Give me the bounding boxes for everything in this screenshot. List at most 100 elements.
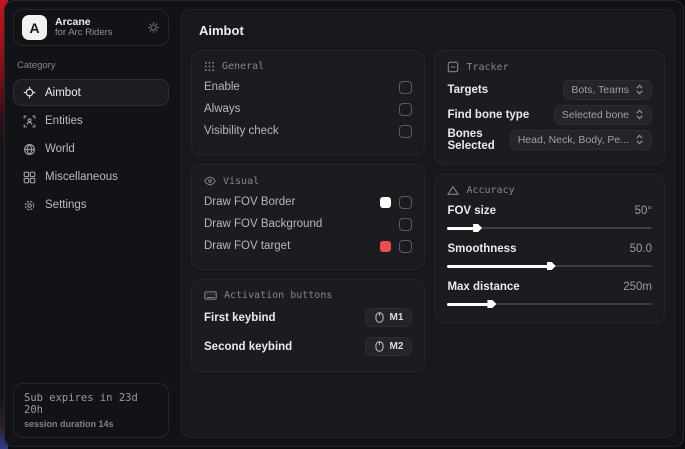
setting-label: Bones Selected [447, 128, 509, 152]
card-tracker: Tracker Targets Bots, Teams [434, 50, 665, 165]
sidebar-item-label: Entities [45, 115, 83, 127]
slider-value: 50° [635, 205, 652, 217]
always-checkbox[interactable] [399, 103, 412, 116]
globe-icon [23, 143, 36, 156]
second-keybind-button[interactable]: M2 [365, 337, 413, 356]
smoothness-slider[interactable] [447, 260, 652, 272]
logo-letter: A [29, 20, 39, 36]
card-title: Activation buttons [224, 290, 332, 301]
bones-selected-select[interactable]: Head, Neck, Body, Pe... [510, 130, 652, 150]
setting-label: Targets [447, 84, 563, 96]
refresh-icon[interactable] [147, 21, 160, 34]
sidebar-nav: Aimbot Entities [13, 79, 169, 218]
eye-icon [204, 175, 216, 187]
entities-icon [23, 115, 36, 128]
fov-target-color-swatch[interactable] [380, 241, 391, 252]
slider-value: 250m [623, 281, 652, 293]
card-visual-header: Visual [204, 175, 412, 187]
card-visual: Visual Draw FOV Border Draw FOV Backgrou… [191, 164, 425, 270]
max-distance-slider[interactable] [447, 298, 652, 310]
setting-label: Draw FOV target [204, 240, 380, 252]
slider-thumb[interactable] [547, 262, 556, 270]
setting-row-draw-fov-target: Draw FOV target [204, 235, 412, 257]
gear-icon [23, 199, 36, 212]
first-keybind-button[interactable]: M1 [365, 308, 413, 327]
layout-grid-icon [23, 171, 36, 184]
targets-select[interactable]: Bots, Teams [563, 80, 652, 100]
setting-label: FOV size [447, 205, 634, 217]
setting-label: First keybind [204, 312, 365, 324]
setting-row-draw-fov-border: Draw FOV Border [204, 191, 412, 213]
card-tracker-header: Tracker [447, 61, 652, 73]
slider-fill [447, 265, 549, 268]
setting-label: Find bone type [447, 109, 553, 121]
setting-row-bones-selected: Bones Selected Head, Neck, Body, Pe... [447, 127, 652, 152]
card-title: Accuracy [466, 185, 514, 196]
slider-thumb[interactable] [487, 300, 496, 308]
slider-fill [447, 227, 476, 230]
card-accuracy-header: Accuracy [447, 185, 652, 196]
slider-thumb[interactable] [473, 224, 482, 232]
content-columns: General Enable Always Visibility check [191, 50, 665, 372]
app-logo: A [22, 15, 47, 40]
scan-box-icon [447, 61, 459, 73]
setting-row-find-bone-type: Find bone type Selected bone [447, 102, 652, 127]
fov-border-color-swatch[interactable] [380, 197, 391, 208]
select-value: Bots, Teams [571, 84, 629, 96]
subscription-card: Sub expires in 23d 20h session duration … [13, 383, 169, 438]
card-title: Visual [223, 176, 259, 187]
setting-row-draw-fov-background: Draw FOV Background [204, 213, 412, 235]
session-duration-text: session duration 14s [24, 419, 158, 429]
sidebar-item-settings[interactable]: Settings [13, 192, 169, 218]
select-value: Selected bone [562, 109, 629, 121]
sidebar-item-entities[interactable]: Entities [13, 108, 169, 134]
category-label: Category [17, 60, 165, 71]
card-title: Tracker [466, 62, 508, 73]
logo-card: A Arcane for Arc Riders [13, 9, 169, 46]
fov-size-slider[interactable] [447, 222, 652, 234]
setting-row-second-keybind: Second keybind M2 [204, 334, 412, 359]
setting-label: Second keybind [204, 341, 365, 353]
mouse-icon [374, 341, 385, 352]
mouse-icon [374, 312, 385, 323]
enable-checkbox[interactable] [399, 81, 412, 94]
setting-row-visibility-check: Visibility check [204, 120, 412, 142]
sidebar-item-label: World [45, 143, 75, 155]
card-activation-buttons: Activation buttons First keybind M1 [191, 279, 425, 372]
sidebar-item-label: Miscellaneous [45, 171, 118, 183]
draw-fov-border-checkbox[interactable] [399, 196, 412, 209]
sidebar-item-miscellaneous[interactable]: Miscellaneous [13, 164, 169, 190]
app-subtitle: for Arc Riders [55, 28, 139, 39]
setting-label: Visibility check [204, 125, 399, 137]
slider-fill [447, 303, 490, 306]
unfold-more-icon [635, 109, 644, 120]
sidebar-item-aimbot[interactable]: Aimbot [13, 79, 169, 106]
keyboard-icon [204, 290, 217, 301]
main-panel: Aimbot General [181, 9, 675, 438]
right-column: Tracker Targets Bots, Teams [434, 50, 665, 323]
setting-label: Enable [204, 81, 399, 93]
setting-label: Draw FOV Border [204, 196, 380, 208]
grid-dots-icon [204, 61, 215, 72]
draw-fov-background-checkbox[interactable] [399, 218, 412, 231]
keybind-value: M2 [390, 341, 404, 352]
setting-row-max-distance: Max distance 250m [447, 278, 652, 310]
screen: A Arcane for Arc Riders Category [0, 0, 685, 449]
setting-label: Smoothness [447, 243, 629, 255]
keybind-value: M1 [390, 312, 404, 323]
unfold-more-icon [635, 84, 644, 95]
setting-label: Draw FOV Background [204, 218, 399, 230]
app-window: A Arcane for Arc Riders Category [4, 0, 684, 447]
draw-fov-target-checkbox[interactable] [399, 240, 412, 253]
sidebar: A Arcane for Arc Riders Category [5, 1, 177, 446]
setting-label: Max distance [447, 281, 623, 293]
setting-row-always: Always [204, 98, 412, 120]
sub-expiry-text: Sub expires in 23d 20h [24, 392, 158, 416]
sidebar-item-world[interactable]: World [13, 136, 169, 162]
visibility-check-checkbox[interactable] [399, 125, 412, 138]
card-accuracy: Accuracy FOV size 50° [434, 174, 665, 323]
left-column: General Enable Always Visibility check [191, 50, 425, 372]
sidebar-item-label: Settings [45, 199, 87, 211]
find-bone-type-select[interactable]: Selected bone [554, 105, 652, 125]
sidebar-item-label: Aimbot [45, 87, 81, 99]
